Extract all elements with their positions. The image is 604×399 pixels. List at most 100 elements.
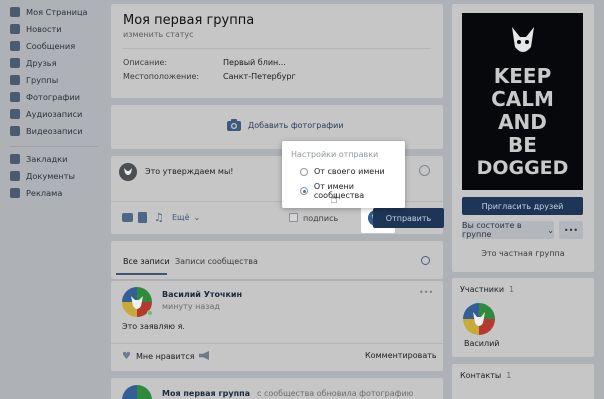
search-icon[interactable] (421, 256, 430, 265)
heart-icon: ♥ (122, 351, 131, 362)
sidebar-item-label: Сообщения (26, 41, 76, 51)
sidebar-item-messages[interactable]: Сообщения (10, 39, 102, 53)
poster-text: KEEP CALM AND BE DOGGED (477, 65, 569, 180)
option-label: От своего имени (314, 167, 385, 176)
poster-line: AND (498, 110, 547, 134)
hand-cursor-icon: ☝ (330, 192, 338, 207)
members-count: 1 (509, 285, 515, 294)
comment-button[interactable]: Комментировать (365, 351, 437, 360)
star-icon (10, 154, 20, 164)
contacts-title: Контакты (460, 371, 502, 380)
signature-label: подпись (303, 214, 339, 223)
news-icon (10, 24, 20, 34)
members-title: Участники (460, 285, 505, 294)
post-author-name[interactable]: Василий Уточкин (162, 290, 242, 299)
friends-icon (10, 58, 20, 68)
like-button[interactable]: ♥ Мне нравится (122, 351, 195, 362)
post-menu-icon[interactable]: ••• (419, 288, 433, 297)
sidebar-item-photos[interactable]: Фотографии (10, 90, 102, 104)
composer-avatar (119, 163, 137, 181)
description-label: Описание: (123, 58, 168, 67)
active-tab-indicator (116, 273, 167, 275)
home-icon (10, 7, 20, 17)
sidebar-item-music[interactable]: Аудиозаписи (10, 107, 102, 121)
description-value: Первый блин... (223, 58, 286, 67)
sidebar-item-my-page[interactable]: Моя Страница (10, 5, 102, 19)
membership-dropdown[interactable]: Вы состоите в группе ⌄ (462, 221, 554, 239)
send-button[interactable]: Отправить (373, 208, 444, 228)
sidebar-item-bookmarks[interactable]: Закладки (10, 152, 102, 166)
more-attachments-button[interactable]: Ещё ⌄ (172, 213, 200, 222)
send-settings-popup: Настройки отправки От своего имени От им… (282, 141, 405, 208)
document-icon (10, 171, 20, 181)
location-label: Местоположение: (123, 72, 200, 81)
tab-community-posts[interactable]: Записи сообщества (175, 257, 258, 266)
invite-friends-button[interactable]: Пригласить друзей (462, 197, 583, 215)
contacts-header[interactable]: Контакты 1 (460, 371, 511, 380)
signature-checkbox[interactable] (289, 213, 298, 222)
sidebar-item-video[interactable]: Видеозаписи (10, 124, 102, 138)
emoji-icon[interactable] (419, 165, 430, 176)
popup-title: Настройки отправки (291, 150, 379, 159)
sidebar-item-news[interactable]: Новости (10, 22, 102, 36)
poster-line: CALM (491, 87, 554, 111)
camera-icon (227, 119, 241, 131)
more-actions-button[interactable]: ••• (559, 221, 583, 239)
radio-community-name[interactable] (300, 187, 308, 195)
poster-line: DOGGED (476, 157, 569, 179)
more-label: Ещё (172, 213, 190, 222)
option-label: От имени сообщества (313, 182, 365, 200)
sidebar-item-friends[interactable]: Друзья (10, 56, 102, 70)
dog-icon (511, 27, 534, 52)
post-text: Это заявляю я. (122, 322, 185, 331)
ads-icon (10, 188, 20, 198)
add-photos-button[interactable]: Добавить фотографии (227, 119, 344, 131)
change-status-link[interactable]: изменить статус (123, 30, 194, 39)
dog-icon (473, 312, 485, 326)
add-photos-label: Добавить фотографии (248, 120, 344, 130)
composer-input[interactable]: Это утверждаем мы! (145, 167, 234, 176)
poster-line: KEEP (493, 64, 552, 88)
video-icon (10, 126, 20, 136)
sidebar-item-documents[interactable]: Документы (10, 169, 102, 183)
sidebar-item-label: Реклама (26, 188, 63, 198)
attach-audio-icon[interactable]: ♫ (154, 211, 164, 224)
member-name[interactable]: Василий (464, 339, 500, 348)
member-avatar[interactable] (463, 303, 495, 335)
messages-icon (10, 41, 20, 51)
membership-label: Вы состоите в группе (462, 221, 522, 239)
sidebar-item-label: Аудиозаписи (26, 109, 83, 119)
contacts-card (452, 364, 594, 399)
radio-own-name[interactable] (300, 167, 308, 176)
members-header[interactable]: Участники 1 (460, 285, 514, 294)
option-community-name[interactable]: От имени сообщества (300, 182, 405, 200)
sidebar-item-label: Фотографии (26, 92, 80, 102)
sidebar-item-groups[interactable]: Группы (10, 73, 102, 87)
tab-all-posts[interactable]: Все записи (123, 257, 170, 266)
divider (111, 343, 443, 344)
sidebar-item-label: Закладки (26, 154, 68, 164)
divider (123, 48, 431, 49)
sidebar-item-ads[interactable]: Реклама (10, 186, 102, 200)
post-action-text: с сообщества обновила фотографию (257, 389, 414, 398)
sidebar-item-label: Видеозаписи (26, 126, 83, 136)
poster-line: BE (508, 133, 537, 157)
option-own-name[interactable]: От своего имени (300, 167, 385, 176)
dog-icon (124, 168, 132, 175)
sidebar-item-label: Друзья (26, 58, 57, 68)
sidebar-item-label: Документы (26, 171, 75, 181)
music-icon (10, 109, 20, 119)
location-value[interactable]: Санкт-Петербург (223, 72, 296, 81)
like-label: Мне нравится (135, 352, 195, 361)
privacy-label: Это частная группа (481, 249, 565, 258)
groups-icon (10, 75, 20, 85)
page-title: Моя первая группа (123, 13, 255, 28)
online-indicator (147, 310, 153, 316)
post-time[interactable]: минуту назад (162, 302, 220, 311)
attach-video-icon[interactable] (138, 212, 147, 223)
attach-photo-icon[interactable] (122, 213, 133, 222)
group-poster[interactable]: KEEP CALM AND BE DOGGED (462, 13, 583, 190)
post-author-name[interactable]: Моя первая группа (162, 389, 250, 398)
photos-icon (10, 92, 20, 102)
sidebar-divider (10, 146, 98, 147)
